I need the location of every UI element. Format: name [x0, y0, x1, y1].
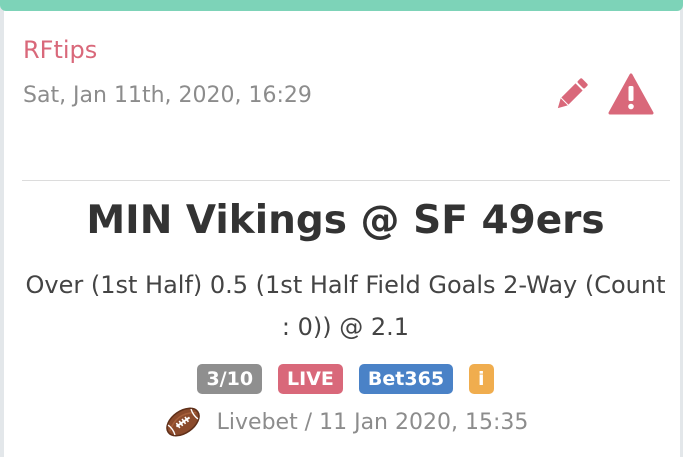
pencil-icon [557, 78, 588, 109]
card-top-bar [0, 0, 683, 11]
live-badge: LIVE [278, 364, 343, 394]
american-football-icon [163, 404, 203, 440]
tip-card: RFtips Sat, Jan 11th, 2020, 16:29 MIN Vi… [0, 0, 683, 457]
badge-row: 3/10 LIVE Bet365 i [4, 364, 683, 394]
bet-type-and-time: Livebet / 11 Jan 2020, 15:35 [216, 409, 529, 435]
bookmaker-badge[interactable]: Bet365 [358, 364, 454, 394]
tip-footer: Livebet / 11 Jan 2020, 15:35 [4, 404, 683, 440]
info-badge[interactable]: i [469, 364, 494, 394]
odds-badge: 3/10 [197, 364, 263, 394]
match-title: MIN Vikings @ SF 49ers [86, 198, 605, 243]
bet-description: Over (1st Half) 0.5 (1st Half Field Goal… [25, 271, 666, 341]
edit-button[interactable] [550, 72, 594, 116]
report-button[interactable] [608, 72, 654, 116]
author-link[interactable]: RFtips [23, 36, 97, 64]
warning-icon [608, 73, 654, 115]
post-date: Sat, Jan 11th, 2020, 16:29 [23, 83, 312, 108]
divider [22, 180, 670, 181]
